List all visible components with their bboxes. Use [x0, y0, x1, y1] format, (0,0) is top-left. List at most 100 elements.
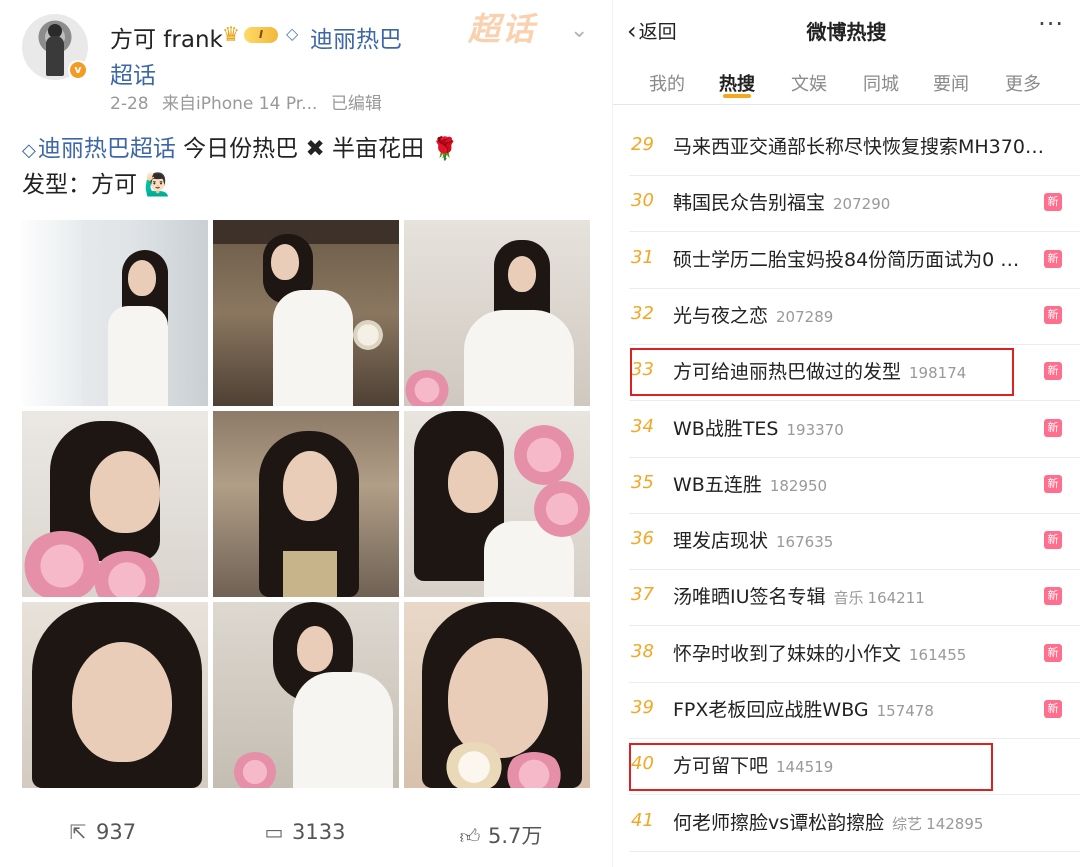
hot-search-title: 何老师擦脸vs谭松韵擦脸 综艺 142895 — [673, 808, 983, 835]
rose-emoji: 🌹 — [431, 137, 459, 162]
hot-search-text: 汤唯晒IU签名专辑 — [673, 586, 826, 609]
tab-entertainment[interactable]: 文娱 — [791, 70, 827, 96]
post-text-body: 今日份热巴 ✖ 半亩花田 — [183, 136, 425, 162]
hot-search-item[interactable]: 38 怀孕时收到了妹妹的小作文 161455 新 — [613, 627, 1080, 683]
rank-number: 36 — [631, 528, 654, 550]
photo-5[interactable] — [213, 411, 399, 597]
repost-button[interactable]: ⇱ 937 — [66, 820, 136, 844]
rank-number: 39 — [631, 697, 654, 718]
new-tag-badge: 新 — [1044, 587, 1062, 606]
repost-count: 937 — [96, 820, 137, 844]
like-button[interactable]: 👍︎ 5.7万 — [458, 820, 543, 850]
comment-button[interactable]: ▭ 3133 — [262, 820, 346, 844]
tab-local[interactable]: 同城 — [863, 70, 899, 96]
hot-search-text: FPX老板回应战胜WBG — [673, 699, 869, 721]
diamond-icon: ◇ — [22, 140, 36, 161]
post-text-hairstyle: 发型：方可 — [22, 172, 137, 198]
rank-number: 38 — [631, 640, 654, 662]
hot-search-item[interactable]: 34 WB战胜TES 193370 新 — [613, 402, 1080, 458]
heat-value: 164211 — [867, 589, 925, 608]
hot-search-item[interactable]: 36 理发店现状 167635 新 — [613, 514, 1080, 571]
rank-number: 32 — [631, 302, 654, 324]
tab-hot-search[interactable]: 热搜 — [719, 70, 755, 96]
rank-number: 30 — [631, 190, 654, 212]
post-topic-link[interactable]: ◇迪丽热巴超话 — [22, 136, 176, 162]
new-tag-badge: 新 — [1044, 643, 1062, 662]
photo-9[interactable] — [404, 602, 590, 788]
heat-value: 167635 — [776, 533, 834, 552]
hot-search-title: 韩国民众告别福宝 207290 — [673, 188, 890, 215]
crown-icon: ♛ — [222, 22, 240, 46]
photo-1[interactable] — [22, 220, 208, 406]
tab-bar: 我的 热搜 文娱 同城 要闻 更多 — [613, 62, 1080, 104]
chevron-down-icon[interactable]: ⌄ — [570, 18, 588, 43]
active-tab-indicator — [723, 94, 751, 98]
hot-search-text: WB五连胜 — [673, 473, 762, 496]
topic-link[interactable]: 迪丽热巴 — [310, 20, 402, 54]
post-actions: ⇱ 937 ▭ 3133 👍︎ 5.7万 — [0, 812, 612, 858]
row-divider — [629, 850, 1080, 852]
tab-mine[interactable]: 我的 — [649, 70, 685, 96]
hot-search-text: 怀孕时收到了妹妹的小作文 — [673, 642, 902, 665]
new-tag-badge: 新 — [1044, 193, 1062, 212]
hot-search-item[interactable]: 30 韩国民众告别福宝 207290 新 — [613, 176, 1080, 233]
hot-search-title: 汤唯晒IU签名专辑 音乐 164211 — [673, 582, 925, 609]
heat-value: 207289 — [776, 307, 834, 326]
hot-search-title: 硕士学历二胎宝妈投84份简历面试为0 … — [673, 245, 1019, 272]
category-label: 综艺 — [892, 814, 923, 833]
avatar-figure — [46, 36, 64, 76]
hot-search-text: WB战胜TES — [673, 417, 779, 440]
post-meta: 2-28 来自iPhone 14 Pr... 已编辑 — [110, 89, 390, 114]
photo-8[interactable] — [213, 602, 399, 788]
new-tag-badge: 新 — [1044, 418, 1062, 437]
comment-count: 3133 — [292, 820, 346, 844]
new-tag-badge: 新 — [1044, 531, 1062, 550]
hot-search-title: 怀孕时收到了妹妹的小作文 161455 — [673, 639, 966, 666]
heat-value: 207290 — [833, 195, 891, 214]
photo-2[interactable] — [213, 220, 399, 406]
hot-search-item[interactable]: 35 WB五连胜 182950 新 — [613, 458, 1080, 514]
heat-value: 142895 — [926, 814, 984, 833]
hot-search-item[interactable]: 32 光与夜之恋 207289 新 — [613, 289, 1080, 345]
raising-hand-emoji: 🙋🏻‍♂️ — [144, 173, 172, 198]
hot-search-item[interactable]: 31 硕士学历二胎宝妈投84份简历面试为0 … 新 — [613, 233, 1080, 289]
hot-search-text: 何老师擦脸vs谭松韵擦脸 — [673, 811, 885, 834]
hot-search-text: 理发店现状 — [673, 530, 769, 553]
photo-7[interactable] — [22, 602, 208, 788]
level-badge: I — [244, 27, 278, 43]
hot-search-item[interactable]: 37 汤唯晒IU签名专辑 音乐 164211 新 — [613, 570, 1080, 627]
topic-link-suffix[interactable]: 超话 — [110, 56, 156, 90]
tab-news[interactable]: 要闻 — [933, 70, 969, 96]
highlight-box-rank-40 — [629, 743, 993, 791]
hot-search-item[interactable]: 41 何老师擦脸vs谭松韵擦脸 综艺 142895 — [613, 796, 1080, 852]
post-text-line-2: 发型：方可 🙋🏻‍♂️ — [22, 168, 592, 203]
heat-value: 193370 — [786, 420, 844, 439]
rank-number: 34 — [631, 415, 654, 437]
heat-value: 182950 — [769, 476, 828, 495]
new-tag-badge: 新 — [1044, 700, 1062, 718]
post-topic-label: 迪丽热巴超话 — [37, 136, 176, 162]
hot-search-title: WB战胜TES 193370 — [673, 414, 844, 441]
photo-6[interactable] — [404, 411, 590, 597]
post-source: 来自iPhone 14 Pr... — [162, 94, 318, 114]
hot-search-item[interactable]: 29 马来西亚交通部长称尽快恢复搜索MH370… — [613, 120, 1080, 176]
hot-search-text: 马来西亚交通部长称尽快恢复搜索MH370… — [673, 136, 1044, 158]
username[interactable]: 方可 frank — [110, 20, 223, 54]
tab-more[interactable]: 更多 — [1005, 70, 1041, 96]
new-tag-badge: 新 — [1044, 474, 1062, 493]
rank-number: 31 — [631, 246, 654, 268]
share-icon: ⇱ — [69, 820, 87, 844]
hot-search-text: 韩国民众告别福宝 — [673, 192, 826, 215]
post-text: ◇迪丽热巴超话 今日份热巴 ✖ 半亩花田 🌹 发型：方可 🙋🏻‍♂️ — [22, 132, 592, 203]
hot-search-item[interactable]: 39 FPX老板回应战胜WBG 157478 新 — [613, 683, 1080, 739]
like-count: 5.7万 — [488, 824, 543, 848]
more-options-icon[interactable]: ··· — [1038, 10, 1064, 38]
post-date: 2-28 — [110, 94, 149, 114]
rank-number: 41 — [631, 809, 654, 831]
new-tag-badge: 新 — [1044, 305, 1062, 324]
verified-badge-icon: v — [68, 60, 88, 80]
photo-4[interactable] — [22, 411, 208, 597]
thumbs-up-icon: 👍︎ — [459, 824, 481, 848]
photo-3[interactable] — [404, 220, 590, 406]
hot-search-title: 光与夜之恋 207289 — [673, 301, 833, 328]
